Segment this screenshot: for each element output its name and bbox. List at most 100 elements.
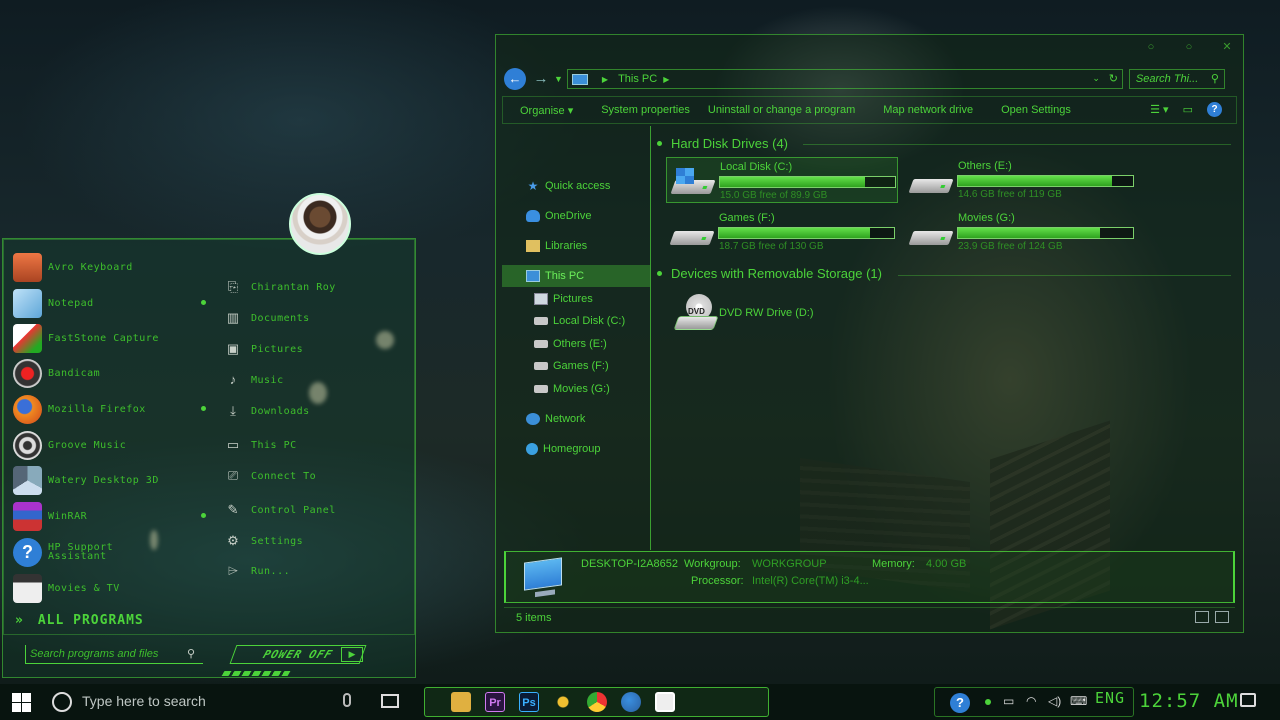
organise-menu[interactable]: Organise ▾ bbox=[520, 104, 573, 117]
photos-icon[interactable] bbox=[655, 692, 675, 712]
taskbar-search-input[interactable]: Type here to search bbox=[82, 693, 206, 709]
nav-others[interactable]: Others (E:) bbox=[502, 333, 650, 355]
language-indicator[interactable]: ENG bbox=[1095, 689, 1125, 707]
nav-libraries[interactable]: Libraries bbox=[502, 235, 650, 257]
place-this-pc[interactable]: ▭ This PC bbox=[225, 434, 297, 456]
cortana-icon[interactable] bbox=[52, 692, 72, 712]
run-icon: ⌲ bbox=[227, 563, 239, 578]
help-icon[interactable]: ? bbox=[1207, 102, 1222, 117]
large-icons-view-icon[interactable] bbox=[1215, 611, 1229, 623]
place-label: Documents bbox=[251, 312, 310, 324]
minimize-icon[interactable]: ○ bbox=[1145, 41, 1157, 53]
app-label: Movies & TV bbox=[48, 582, 120, 594]
forward-button[interactable]: → bbox=[530, 68, 552, 90]
drive-e[interactable]: Others (E:) 14.6 GB free of 119 GB bbox=[905, 157, 1137, 203]
chevron-down-icon[interactable]: ⌄ bbox=[1092, 73, 1100, 84]
drive-free-space: 14.6 GB free of 119 GB bbox=[958, 189, 1062, 200]
drive-c[interactable]: Local Disk (C:) 15.0 GB free of 89.9 GB bbox=[666, 157, 898, 203]
uninstall-program-button[interactable]: Uninstall or change a program bbox=[708, 104, 855, 116]
start-search-input[interactable]: Search programs and files ⚲ bbox=[25, 645, 203, 664]
chevron-right-icon[interactable]: ▶ bbox=[663, 75, 669, 84]
user-avatar[interactable] bbox=[289, 193, 351, 255]
app-mozilla-firefox[interactable]: Mozilla Firefox bbox=[13, 393, 146, 425]
place-settings[interactable]: ⚙ Settings bbox=[225, 530, 303, 552]
nav-this-pc[interactable]: This PC bbox=[502, 265, 650, 287]
premiere-pro-icon[interactable]: Pr bbox=[485, 692, 505, 712]
photoshop-icon[interactable]: Ps bbox=[519, 692, 539, 712]
app-notepad[interactable]: Notepad bbox=[13, 287, 94, 319]
keyboard-icon[interactable]: ⌨ bbox=[1070, 694, 1087, 708]
drive-free-space: 18.7 GB free of 130 GB bbox=[719, 241, 824, 252]
chrome-icon[interactable] bbox=[587, 692, 607, 712]
documents-icon: ▥ bbox=[226, 310, 240, 325]
app-hp-support-assistant[interactable]: ? HP Support Assistant bbox=[13, 536, 138, 568]
place-control-panel[interactable]: ✎ Control Panel bbox=[225, 499, 336, 521]
app-winrar[interactable]: WinRAR bbox=[13, 500, 87, 532]
app-label: Notepad bbox=[48, 297, 94, 309]
status-dot-icon[interactable] bbox=[985, 699, 991, 705]
app-faststone-capture[interactable]: FastStone Capture bbox=[13, 322, 159, 354]
place-user-folder[interactable]: ⎘ Chirantan Roy bbox=[225, 276, 336, 298]
place-label: Settings bbox=[251, 535, 304, 547]
app-movies-tv[interactable]: Movies & TV bbox=[13, 572, 120, 604]
star-icon: ★ bbox=[527, 179, 539, 193]
view-options-icon[interactable]: ☰ ▾ bbox=[1150, 103, 1168, 116]
place-documents[interactable]: ▥ Documents bbox=[225, 307, 310, 329]
microphone-icon[interactable] bbox=[343, 693, 351, 707]
explorer-search-input[interactable]: Search Thi... ⚲ bbox=[1128, 69, 1225, 89]
drive-g[interactable]: Movies (G:) 23.9 GB free of 124 GB bbox=[905, 209, 1137, 255]
system-properties-button[interactable]: System properties bbox=[601, 104, 690, 116]
preview-pane-icon[interactable]: ▭ bbox=[1183, 103, 1193, 116]
app-groove-music[interactable]: Groove Music bbox=[13, 429, 126, 461]
chevron-right-icon: ▶ bbox=[601, 74, 609, 84]
nav-movies[interactable]: Movies (G:) bbox=[502, 378, 650, 400]
nav-local-disk[interactable]: Local Disk (C:) bbox=[502, 310, 650, 332]
app-icon[interactable] bbox=[553, 692, 573, 712]
refresh-icon[interactable]: ↻ bbox=[1109, 72, 1118, 85]
nav-games[interactable]: Games (F:) bbox=[502, 355, 650, 377]
place-pictures[interactable]: ▣ Pictures bbox=[225, 338, 303, 360]
dvd-drive[interactable]: DVD DVD RW Drive (D:) bbox=[666, 294, 866, 334]
open-settings-button[interactable]: Open Settings bbox=[1001, 104, 1071, 116]
back-button[interactable]: ← bbox=[504, 68, 526, 90]
close-icon[interactable]: ✕ bbox=[1221, 41, 1233, 53]
wifi-icon[interactable]: ◠ bbox=[1026, 694, 1036, 708]
question-mark-icon: ? bbox=[13, 537, 42, 567]
nav-onedrive[interactable]: OneDrive bbox=[502, 205, 650, 227]
address-bar[interactable]: ▶ This PC ▶ ⌄ ↻ bbox=[566, 69, 1123, 89]
task-view-icon[interactable] bbox=[381, 694, 399, 708]
app-avro-keyboard[interactable]: Avro Keyboard bbox=[13, 251, 133, 283]
all-programs-button[interactable]: » ALL PROGRAMS bbox=[15, 613, 144, 628]
place-run[interactable]: ⌲ Run... bbox=[225, 560, 290, 582]
drive-f[interactable]: Games (F:) 18.7 GB free of 130 GB bbox=[666, 209, 898, 255]
this-pc-icon bbox=[571, 73, 588, 85]
nav-homegroup[interactable]: Homegroup bbox=[502, 438, 650, 460]
pictures-icon bbox=[534, 293, 548, 305]
app-watery-desktop[interactable]: Watery Desktop 3D bbox=[13, 464, 159, 496]
windows-start-icon[interactable] bbox=[12, 693, 31, 712]
recent-locations-icon[interactable]: ▼ bbox=[554, 74, 563, 84]
navigation-pane: ★ Quick access OneDrive Libraries This P… bbox=[502, 126, 651, 550]
file-explorer-icon[interactable] bbox=[451, 692, 471, 712]
item-count: 5 items bbox=[516, 612, 552, 624]
maximize-icon[interactable]: ○ bbox=[1183, 41, 1195, 53]
nav-network[interactable]: Network bbox=[502, 408, 650, 430]
notification-center-icon[interactable] bbox=[1240, 693, 1256, 707]
hard-disk-group-header[interactable]: Hard Disk Drives (4) bbox=[657, 136, 788, 151]
nav-pictures[interactable]: Pictures bbox=[502, 288, 650, 310]
power-options-arrow[interactable]: ▶ bbox=[341, 647, 363, 662]
drive-icon bbox=[670, 168, 716, 196]
removable-group-header[interactable]: Devices with Removable Storage (1) bbox=[657, 266, 882, 281]
battery-icon[interactable]: ▭ bbox=[1003, 694, 1014, 708]
globe-icon[interactable] bbox=[621, 692, 641, 712]
place-music[interactable]: ♪ Music bbox=[225, 369, 284, 391]
place-downloads[interactable]: ⤓ Downloads bbox=[225, 400, 310, 422]
place-connect-to[interactable]: ⎚ Connect To bbox=[225, 465, 316, 487]
details-view-icon[interactable] bbox=[1195, 611, 1209, 623]
volume-icon[interactable]: ◁) bbox=[1048, 694, 1061, 708]
clock[interactable]: 12:57 AM bbox=[1139, 690, 1239, 712]
app-bandicam[interactable]: Bandicam bbox=[13, 357, 100, 389]
map-network-drive-button[interactable]: Map network drive bbox=[883, 104, 973, 116]
nav-quick-access[interactable]: ★ Quick access bbox=[502, 175, 650, 197]
help-icon[interactable]: ? bbox=[950, 693, 970, 713]
